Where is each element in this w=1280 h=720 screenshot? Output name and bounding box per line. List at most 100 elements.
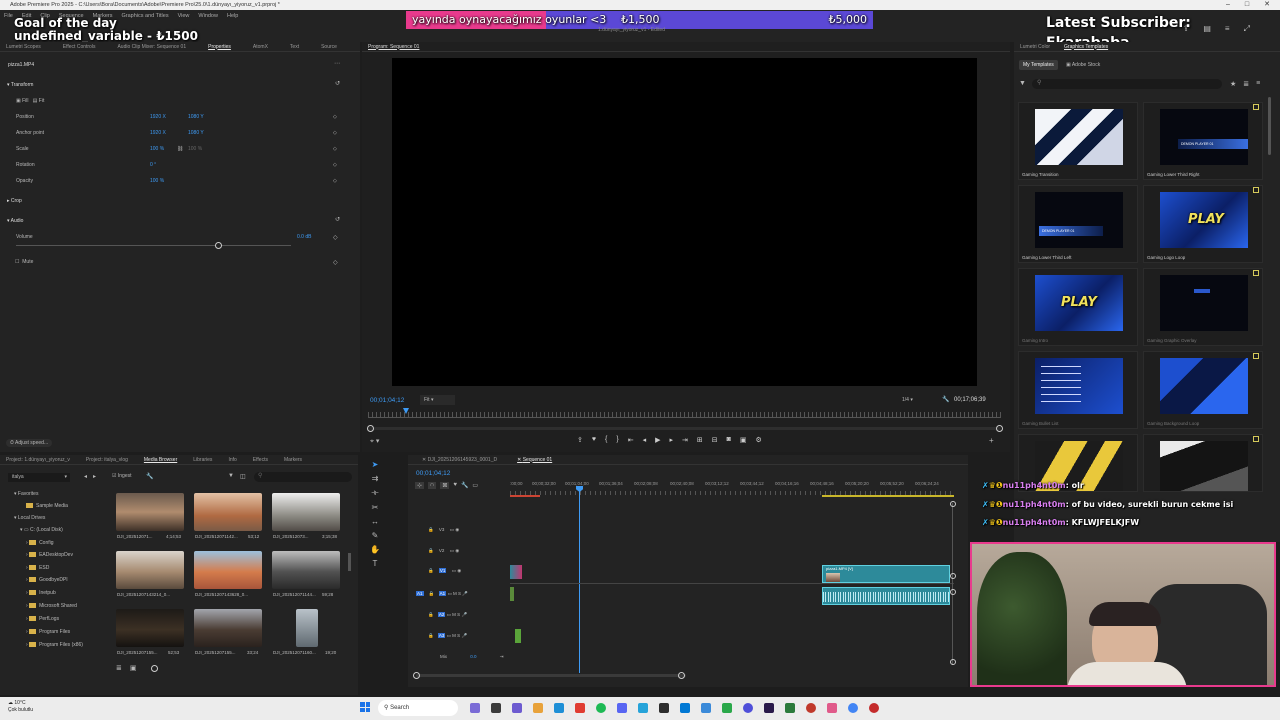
lock-icon[interactable]: 🔒	[428, 633, 434, 638]
pizza-audio-clip[interactable]	[822, 587, 950, 605]
template-graphic-overlay[interactable]: Gaming Graphic Overlay	[1143, 268, 1263, 346]
tab-atomx[interactable]: AtomX	[253, 44, 268, 50]
pen-tool-icon[interactable]: ✎	[372, 531, 379, 540]
back-icon[interactable]: ◂	[84, 473, 87, 480]
reset-icon[interactable]: ↺	[335, 80, 340, 87]
view-icon[interactable]: ◫	[240, 473, 246, 480]
anchor-y[interactable]: 1080 Y	[188, 128, 204, 138]
razor-tool-icon[interactable]: ✂	[372, 503, 379, 512]
menu-help[interactable]: Help	[227, 13, 238, 21]
add-button-icon[interactable]: +	[989, 436, 994, 445]
add-marker-icon[interactable]: ♥	[453, 482, 457, 489]
template-lower-third-left[interactable]: DEMON PLAYER 01 Gaming Lower Third Left	[1018, 185, 1138, 263]
filter-icon[interactable]: ▼	[228, 473, 234, 479]
app-icon[interactable]	[554, 703, 564, 713]
keyframe-icon[interactable]: ◇	[333, 112, 337, 122]
snap-icon[interactable]: ⊹	[415, 482, 425, 489]
menu-file[interactable]: File	[4, 13, 13, 21]
app-icon[interactable]	[827, 703, 837, 713]
app-icon[interactable]	[848, 703, 858, 713]
thumbnail-size-slider[interactable]	[151, 665, 158, 672]
step-forward-icon[interactable]: ▸	[670, 436, 674, 444]
timeline-timecode[interactable]: 00;01;04;12	[416, 470, 450, 477]
reset-icon[interactable]: ↺	[335, 216, 340, 223]
go-to-in-icon[interactable]: ⇤	[628, 436, 634, 444]
tab-source[interactable]: Source	[321, 44, 337, 50]
folder-program-files-x86[interactable]: › Program Files (x86)	[26, 642, 83, 648]
type-tool-icon[interactable]: T	[373, 559, 378, 568]
my-templates-tab[interactable]: My Templates	[1019, 60, 1058, 70]
lock-icon[interactable]: 🔒	[428, 527, 434, 532]
position-x[interactable]: 1920 X	[150, 112, 166, 122]
wrench-icon[interactable]: 🔧	[146, 473, 153, 480]
clip-thumbnail[interactable]	[116, 493, 184, 531]
tab-media-browser[interactable]: Media Browser	[144, 457, 177, 463]
rotation-value[interactable]: 0 °	[150, 160, 156, 170]
vscroll-handle[interactable]	[950, 589, 956, 595]
folder-esd[interactable]: › ESD	[26, 565, 49, 571]
fit-dropdown[interactable]: Fit ▾	[420, 395, 455, 405]
favorites-folder[interactable]: ▾ Favorites	[14, 491, 38, 497]
more-icon[interactable]: ⋯	[334, 60, 340, 67]
overwrite-icon[interactable]: ⊟	[712, 436, 718, 444]
vscroll-handle[interactable]	[950, 573, 956, 579]
tab-lumetri-color[interactable]: Lumetri Color	[1020, 44, 1050, 50]
sync-icon[interactable]: ▭	[450, 548, 454, 553]
tab-effects[interactable]: Effects	[253, 457, 268, 463]
tab-project-italya[interactable]: Project: italya_vlog	[86, 457, 128, 463]
track-select-icon[interactable]: ⇉	[372, 474, 379, 483]
tab-markers[interactable]: Markers	[284, 457, 302, 463]
export-frame-icon[interactable]: ◙	[727, 436, 731, 444]
templates-scrollbar[interactable]	[1268, 97, 1271, 155]
template-gaming-transition[interactable]: Gaming Transition	[1018, 102, 1138, 180]
video-preview[interactable]	[392, 58, 977, 386]
favorite-star-icon[interactable]	[1253, 104, 1259, 110]
mute-checkbox[interactable]: ☐ Mute	[15, 259, 33, 265]
app-icon[interactable]	[743, 703, 753, 713]
adjust-speed-button[interactable]: ⏱ Adjust speed...	[6, 439, 53, 447]
app-icon[interactable]	[764, 703, 774, 713]
filter-icon[interactable]: ▼	[1019, 80, 1026, 87]
list-view-icon[interactable]: ≣	[1243, 80, 1249, 88]
template-dark[interactable]	[1143, 434, 1263, 492]
forward-icon[interactable]: ▸	[93, 473, 96, 480]
wrench-icon[interactable]: 🔧	[942, 396, 949, 403]
template-search-input[interactable]: ⚲	[1032, 79, 1222, 89]
sync-icon[interactable]: ▭	[452, 568, 456, 573]
sample-media-folder[interactable]: Sample Media	[26, 503, 68, 509]
pizza-video-clip[interactable]: pizza1.MP4 [V]	[822, 565, 950, 583]
fill-option[interactable]: ▣ Fill ▤ Fit	[16, 98, 44, 104]
keyframe-icon[interactable]: ◇	[333, 176, 337, 186]
menu-view[interactable]: View	[178, 13, 190, 21]
sync-icon[interactable]: ▭	[447, 612, 451, 617]
tab-properties[interactable]: Properties	[208, 44, 231, 50]
video-clip[interactable]	[510, 565, 522, 579]
out-point-icon[interactable]: }	[616, 436, 618, 444]
folder-microsoft-shared[interactable]: › Microsoft Shared	[26, 603, 77, 609]
program-ruler[interactable]	[368, 412, 1001, 418]
minimize-icon[interactable]: –	[1226, 0, 1230, 10]
slip-tool-icon[interactable]: ↔	[371, 517, 379, 526]
audio-clip[interactable]	[515, 629, 521, 643]
tab-effect-controls[interactable]: Effect Controls	[63, 44, 96, 50]
app-icon[interactable]	[701, 703, 711, 713]
app-icon[interactable]	[680, 703, 690, 713]
template-logo-loop[interactable]: PLAY Gaming Logo Loop	[1143, 185, 1263, 263]
fullscreen-icon[interactable]: ⤢	[1244, 24, 1250, 34]
mix-value[interactable]: 0.0	[470, 654, 476, 659]
wrench-icon[interactable]: 🔧	[461, 482, 468, 489]
go-to-out-icon[interactable]: ⇥	[682, 436, 688, 444]
favorite-star-icon[interactable]	[1253, 187, 1259, 193]
tab-program[interactable]: Program: Sequence 01	[368, 44, 419, 50]
anchor-x[interactable]: 1920 X	[150, 128, 166, 138]
lock-icon[interactable]: 🔒	[429, 591, 435, 596]
linked-selection-icon[interactable]: ∩	[428, 482, 437, 489]
lift-icon[interactable]: ⇪	[577, 436, 583, 444]
eye-icon[interactable]: ◉	[455, 527, 459, 532]
app-icon[interactable]	[869, 703, 879, 713]
c-drive[interactable]: ▾ ▭ C: (Local Disk)	[20, 527, 63, 533]
captions-icon[interactable]: ▭	[472, 482, 478, 489]
layout-icon[interactable]: ▤	[1203, 24, 1211, 34]
ingest-checkbox[interactable]: ☑ Ingest	[112, 473, 132, 479]
mic-icon[interactable]: 🎤	[461, 612, 467, 617]
